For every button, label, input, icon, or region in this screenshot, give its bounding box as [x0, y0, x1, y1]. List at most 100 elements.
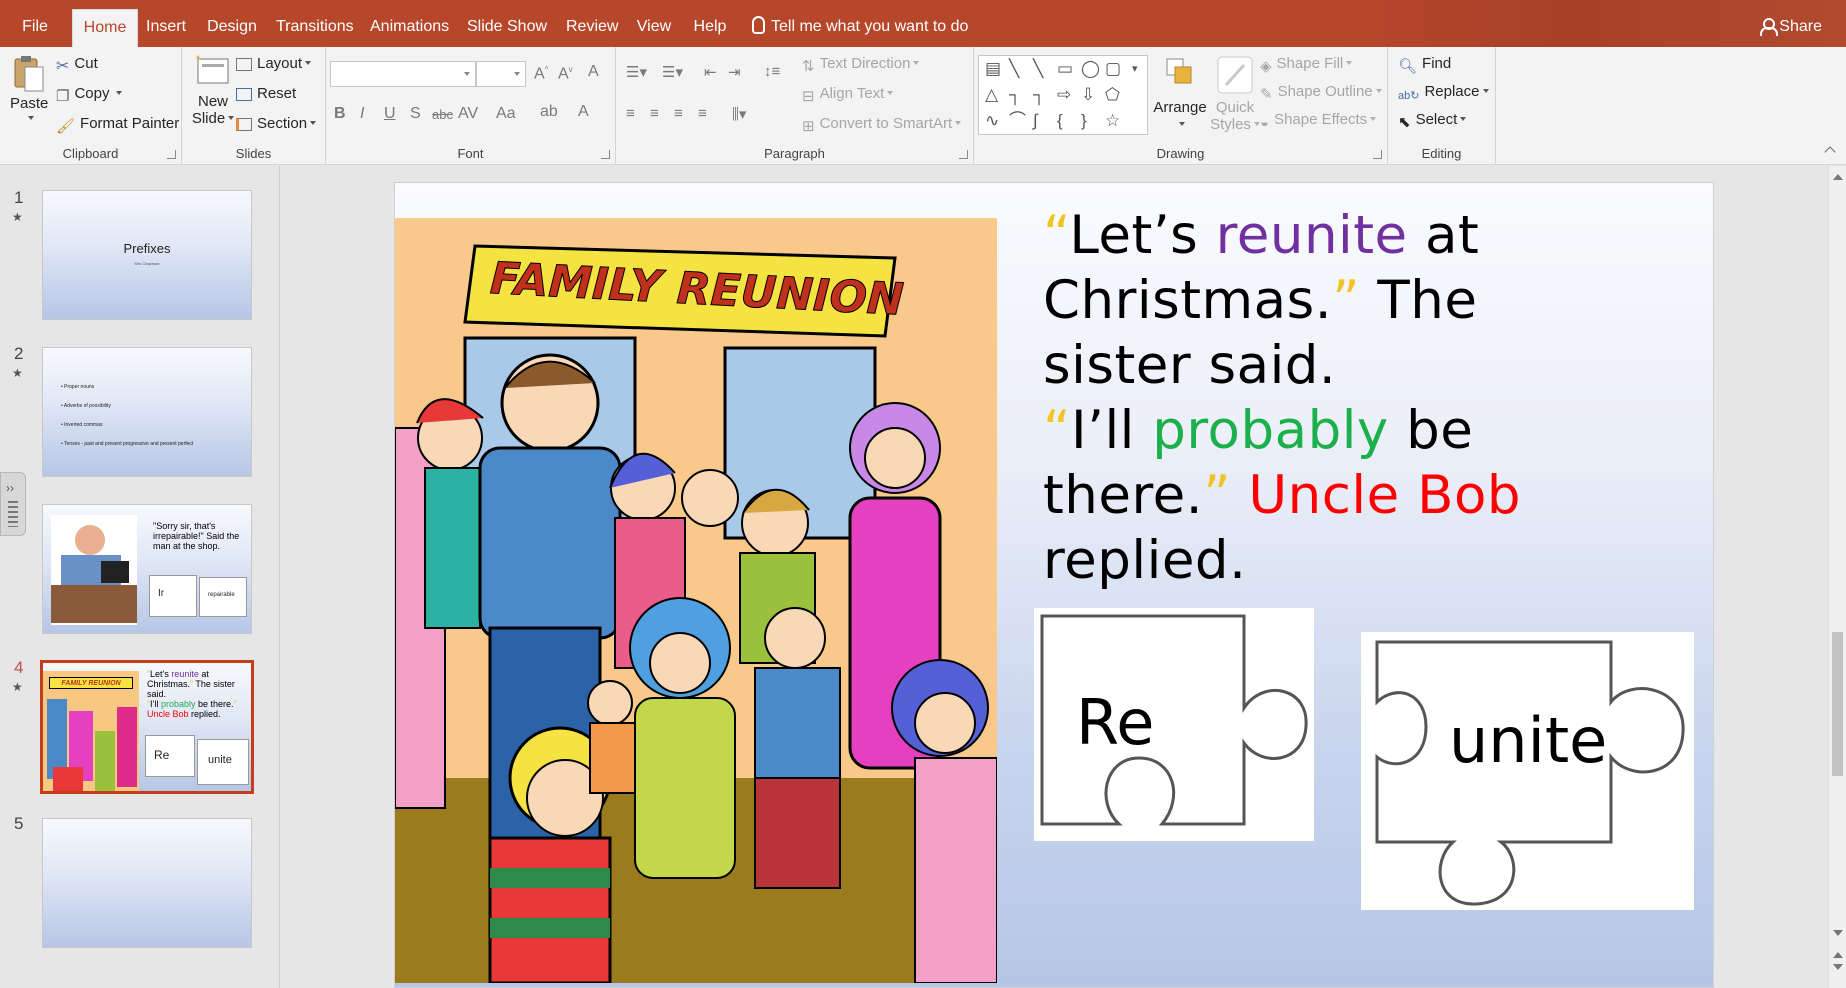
slide-thumbnail-5[interactable]	[42, 818, 252, 948]
previous-slide-icon[interactable]	[1833, 952, 1843, 958]
cut-button[interactable]: ✂ Cut	[56, 55, 98, 76]
oval-shape-icon[interactable]: ◯	[1081, 60, 1100, 78]
character-spacing-button[interactable]: AV	[458, 105, 478, 123]
scroll-up-icon[interactable]	[1833, 174, 1843, 180]
down-arrow-shape-icon[interactable]: ⇩	[1081, 86, 1095, 104]
puzzle-piece-re[interactable]: Re	[1034, 608, 1314, 841]
share-button[interactable]: Share	[1760, 9, 1822, 47]
clipboard-dialog-launcher[interactable]	[167, 150, 176, 159]
right-brace-shape-icon[interactable]: }	[1081, 112, 1087, 130]
text-direction-button[interactable]: ⇅ Text Direction	[802, 55, 920, 75]
justify-icon[interactable]: ≡	[698, 105, 707, 122]
font-color-icon[interactable]: A	[578, 103, 589, 121]
arrow-line-shape-icon[interactable]: ╲	[1033, 60, 1043, 78]
tab-help[interactable]: Help	[692, 9, 728, 47]
new-slide-button[interactable]: New Slide	[190, 53, 236, 127]
italic-button[interactable]: I	[360, 105, 364, 123]
arc-shape-icon[interactable]: ⌒	[1009, 112, 1026, 130]
current-slide[interactable]: FAMILY REUNION “Let’s reunite at Christm…	[394, 182, 1714, 988]
textbox-shape-icon[interactable]: ▤	[985, 60, 1001, 78]
bullets-icon[interactable]: ☰▾	[626, 63, 647, 81]
decrease-indent-icon[interactable]: ⇤	[704, 63, 717, 81]
quote-textbox[interactable]: “Let’s reunite at Christmas.” The sister…	[1043, 203, 1603, 593]
shape-outline-button[interactable]: ✎ Shape Outline	[1260, 83, 1382, 103]
collapse-thumbnails-handle[interactable]: ››	[0, 472, 26, 536]
ribbon-tab-bar: File Home Insert Design Transitions Anim…	[0, 0, 1846, 47]
drawing-dialog-launcher[interactable]	[1373, 150, 1382, 159]
next-slide-icon[interactable]	[1833, 964, 1843, 970]
slide-thumbnail-4[interactable]: FAMILY REUNION “Let’s reunite at Christm…	[40, 660, 254, 794]
paragraph-dialog-launcher[interactable]	[959, 150, 968, 159]
slide-thumbnail-1[interactable]: Prefixes Mrs Chapman	[42, 190, 252, 320]
tab-review[interactable]: Review	[566, 9, 618, 47]
left-brace-shape-icon[interactable]: {	[1057, 112, 1063, 130]
family-reunion-image[interactable]: FAMILY REUNION	[395, 218, 997, 983]
clear-formatting-icon[interactable]: A	[588, 63, 599, 81]
curve-shape-icon[interactable]: ∫	[1033, 112, 1038, 130]
slide-thumbnail-2[interactable]: • Proper nouns • Adverbs of possibility …	[42, 347, 252, 477]
slide-thumbnail-3[interactable]: "Sorry sir, that's irrepairable!" Said t…	[42, 504, 252, 634]
shadow-button[interactable]: S	[410, 105, 421, 123]
tab-transitions[interactable]: Transitions	[276, 9, 354, 47]
columns-icon[interactable]: ⫼▾	[732, 105, 746, 123]
copy-button[interactable]: ❐ Copy	[56, 85, 123, 105]
tab-design[interactable]: Design	[206, 9, 258, 47]
tab-animations[interactable]: Animations	[370, 9, 449, 47]
tell-me-search[interactable]: Tell me what you want to do	[752, 9, 968, 47]
numbering-icon[interactable]: ☰▾	[662, 63, 683, 81]
align-left-icon[interactable]: ≡	[626, 105, 635, 122]
triangle-shape-icon[interactable]: △	[985, 86, 998, 104]
paintbrush-icon: 🖌	[56, 118, 76, 135]
change-case-button[interactable]: Aa	[496, 105, 516, 123]
tab-file[interactable]: File	[14, 9, 56, 47]
line-shape-icon[interactable]: ╲	[1009, 60, 1019, 78]
increase-font-icon[interactable]: A^	[534, 65, 548, 83]
align-text-button[interactable]: ⊟ Align Text	[802, 85, 894, 105]
paste-button[interactable]: Paste	[10, 53, 48, 127]
replace-button[interactable]: ab↻ Replace	[1398, 83, 1489, 102]
smartart-icon: ⊞	[802, 118, 815, 135]
select-button[interactable]: ⬉ Select	[1398, 111, 1467, 131]
collapse-ribbon-icon[interactable]	[1824, 146, 1836, 158]
line-spacing-icon[interactable]: ↕≡	[764, 63, 780, 80]
shapes-gallery[interactable]: ▤ ╲ ╲ ▭ ◯ ▢ △ ┐ ┐ ⇨ ⇩ ⬠ ∿ ⌒ ∫ { } ☆ ▾	[978, 55, 1148, 135]
format-painter-button[interactable]: 🖌 Format Painter	[56, 115, 179, 135]
arrange-button[interactable]: Arrange	[1152, 55, 1208, 133]
tab-home[interactable]: Home	[72, 9, 138, 47]
gallery-more-icon[interactable]: ▾	[1132, 60, 1138, 78]
align-center-icon[interactable]: ≡	[650, 105, 659, 122]
right-arrow-shape-icon[interactable]: ⇨	[1057, 86, 1071, 104]
find-button[interactable]: 🔍︎ Find	[1398, 55, 1451, 75]
bold-button[interactable]: B	[334, 105, 346, 123]
freeform-shape-icon[interactable]: ∿	[985, 112, 999, 130]
underline-button[interactable]: U	[384, 105, 396, 123]
strikethrough-button[interactable]: abc	[432, 107, 453, 122]
star-shape-icon[interactable]: ☆	[1105, 112, 1120, 130]
elbow-arrow-shape-icon[interactable]: ┐	[1033, 86, 1045, 104]
increase-indent-icon[interactable]: ⇥	[728, 63, 741, 81]
scroll-down-icon[interactable]	[1833, 930, 1843, 936]
elbow-connector-shape-icon[interactable]: ┐	[1009, 86, 1021, 104]
layout-button[interactable]: Layout	[236, 55, 312, 72]
shape-effects-button[interactable]: ◒ Shape Effects	[1260, 111, 1377, 131]
reset-button[interactable]: Reset	[236, 85, 296, 102]
align-right-icon[interactable]: ≡	[674, 105, 683, 122]
font-dialog-launcher[interactable]	[601, 150, 610, 159]
tab-view[interactable]: View	[636, 9, 672, 47]
scrollbar-thumb[interactable]	[1832, 632, 1843, 776]
decrease-font-icon[interactable]: Av	[558, 65, 573, 83]
convert-smartart-button[interactable]: ⊞ Convert to SmartArt	[802, 115, 962, 135]
tab-slide-show[interactable]: Slide Show	[466, 9, 548, 47]
vertical-scrollbar[interactable]	[1828, 166, 1846, 988]
pentagon-shape-icon[interactable]: ⬠	[1105, 86, 1120, 104]
tab-insert[interactable]: Insert	[146, 9, 186, 47]
puzzle-piece-unite[interactable]: unite	[1361, 632, 1694, 910]
shape-fill-button[interactable]: ◈ Shape Fill	[1260, 55, 1353, 75]
section-button[interactable]: Section	[236, 115, 317, 132]
font-family-combo[interactable]	[330, 61, 476, 87]
font-size-combo[interactable]	[476, 61, 526, 87]
quick-styles-button[interactable]: Quick Styles	[1210, 55, 1260, 133]
rounded-rect-shape-icon[interactable]: ▢	[1105, 60, 1121, 78]
rectangle-shape-icon[interactable]: ▭	[1057, 60, 1073, 78]
highlight-color-icon[interactable]: ab	[540, 103, 558, 121]
